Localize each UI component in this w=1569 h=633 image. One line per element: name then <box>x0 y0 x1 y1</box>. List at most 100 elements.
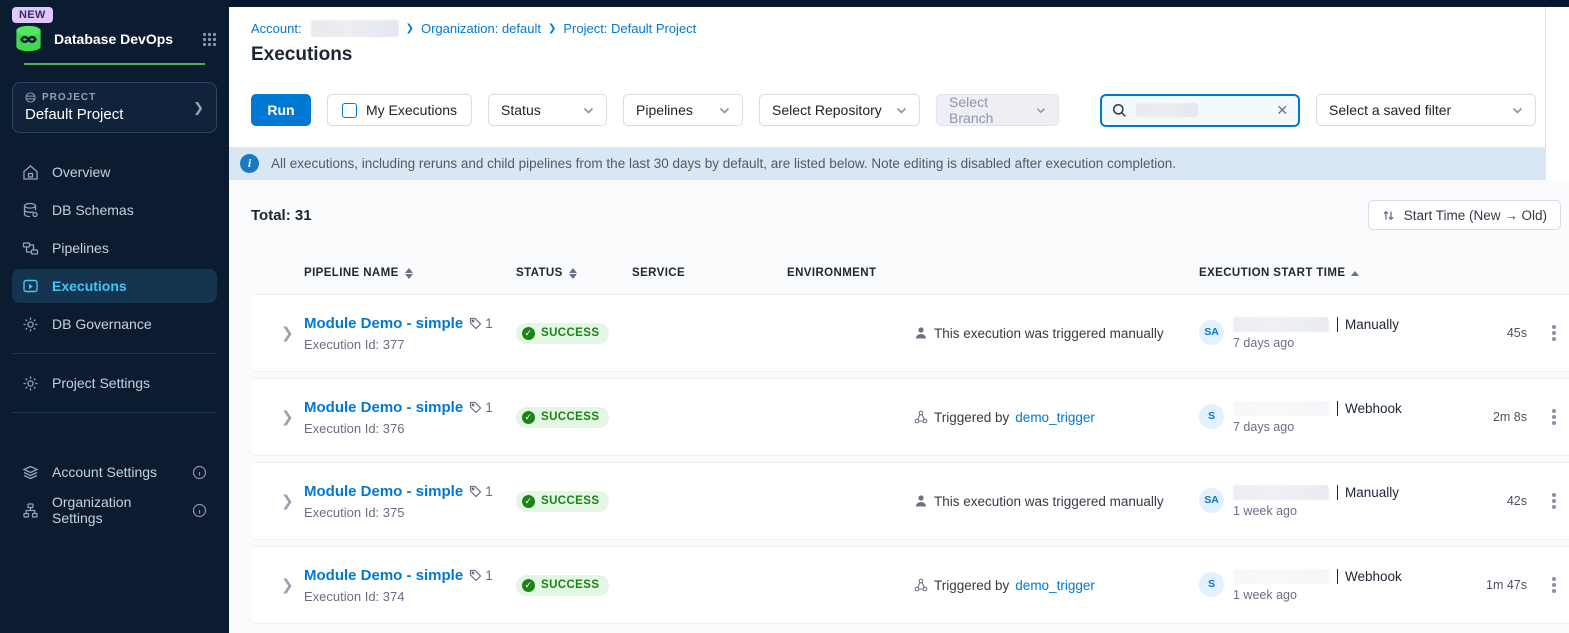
table-header: PIPELINE NAME STATUS SERVICE ENVIRONMENT… <box>253 258 1569 288</box>
pipelines-icon <box>22 240 39 257</box>
sidebar-item-pipelines[interactable]: Pipelines <box>12 231 217 265</box>
trigger-text: Triggered by <box>934 410 1009 425</box>
sidebar-item-label: DB Governance <box>52 316 152 332</box>
saved-filter-dropdown[interactable]: Select a saved filter <box>1316 94 1536 126</box>
breadcrumb: Account: ❯ Organization: default ❯ Proje… <box>229 7 1569 37</box>
pipeline-name-link[interactable]: Module Demo - simple <box>304 483 463 500</box>
chevron-down-icon <box>896 105 907 116</box>
sidebar-item-executions[interactable]: Executions <box>12 269 217 303</box>
duration: 2m 8s <box>1469 410 1539 424</box>
layers-icon <box>22 464 39 481</box>
trigger-text: Triggered by <box>934 578 1009 593</box>
sort-arrows-icon <box>1382 209 1395 222</box>
sidebar-item-overview[interactable]: Overview <box>12 155 217 189</box>
breadcrumb-account[interactable]: Account: <box>251 21 302 36</box>
row-menu-kebab-icon[interactable] <box>1539 487 1569 515</box>
sidebar-item-project-settings[interactable]: Project Settings <box>12 366 217 400</box>
repository-dropdown[interactable]: Select Repository <box>759 94 920 126</box>
chevron-right-icon: ❯ <box>548 23 556 34</box>
pipeline-name-link[interactable]: Module Demo - simple <box>304 315 463 332</box>
expand-chevron-icon[interactable]: ❯ <box>253 576 304 594</box>
database-devops-logo-icon <box>12 25 45 53</box>
branch-dropdown[interactable]: Select Branch <box>936 94 1059 126</box>
table-row[interactable]: ❯ Module Demo - simple 1 Execution Id: 3… <box>253 462 1569 540</box>
info-icon: i <box>240 154 259 173</box>
trigger-info: Triggered by demo_trigger <box>787 410 1199 425</box>
avatar: SA <box>1199 488 1224 513</box>
time-ago: 7 days ago <box>1233 420 1402 434</box>
row-menu-kebab-icon[interactable] <box>1539 571 1569 599</box>
execution-id: Execution Id: 375 <box>304 505 516 520</box>
column-pipeline-name[interactable]: PIPELINE NAME <box>304 267 516 279</box>
expand-chevron-icon[interactable]: ❯ <box>253 408 304 426</box>
info-icon <box>192 465 207 480</box>
column-label: STATUS <box>516 267 563 279</box>
execution-id: Execution Id: 374 <box>304 589 516 604</box>
sidebar-item-organization-settings[interactable]: Organization Settings <box>12 493 217 527</box>
my-executions-label: My Executions <box>366 102 457 118</box>
pipeline-name-link[interactable]: Module Demo - simple <box>304 567 463 584</box>
column-environment: ENVIRONMENT <box>787 267 1199 279</box>
project-name: Default Project <box>25 106 204 123</box>
expand-chevron-icon[interactable]: ❯ <box>253 492 304 510</box>
trigger-link[interactable]: demo_trigger <box>1015 578 1095 593</box>
run-button[interactable]: Run <box>251 94 311 126</box>
project-selector[interactable]: PROJECT Default Project ❯ <box>12 82 217 133</box>
status-text: SUCCESS <box>541 327 599 339</box>
trigger-text: This execution was triggered manually <box>934 326 1164 341</box>
column-service: SERVICE <box>632 267 787 279</box>
sidebar-item-account-settings[interactable]: Account Settings <box>12 455 217 489</box>
sidebar-item-label: Project Settings <box>52 375 150 391</box>
brand-underline <box>24 63 205 65</box>
trigger-link[interactable]: demo_trigger <box>1015 410 1095 425</box>
execution-id: Execution Id: 376 <box>304 421 516 436</box>
sidebar-item-label: Overview <box>52 164 110 180</box>
breadcrumb-project[interactable]: Project: Default Project <box>563 21 696 36</box>
chevron-down-icon <box>719 105 730 116</box>
tag-count: 1 <box>485 400 493 415</box>
tag-count: 1 <box>485 568 493 583</box>
duration: 42s <box>1469 494 1539 508</box>
column-label: ENVIRONMENT <box>787 267 876 279</box>
table-row[interactable]: ❯ Module Demo - simple 1 Execution Id: 3… <box>253 378 1569 456</box>
app-grid-icon[interactable] <box>202 32 217 47</box>
column-status[interactable]: STATUS <box>516 267 632 279</box>
column-label: PIPELINE NAME <box>304 267 399 279</box>
brand-area: NEW Database DevOps <box>0 0 229 65</box>
sidebar-item-label: DB Schemas <box>52 202 134 218</box>
redacted-user-name <box>1233 401 1329 416</box>
breadcrumb-organization[interactable]: Organization: default <box>421 21 541 36</box>
status-badge: ✓SUCCESS <box>516 575 609 596</box>
duration: 45s <box>1469 326 1539 340</box>
pipelines-dropdown-label: Pipelines <box>636 102 693 118</box>
sort-dropdown[interactable]: Start Time (New → Old) <box>1368 200 1561 230</box>
row-menu-kebab-icon[interactable] <box>1539 319 1569 347</box>
executions-icon <box>22 278 39 295</box>
status-dropdown[interactable]: Status <box>488 94 607 126</box>
gear-icon <box>22 316 39 333</box>
pipelines-dropdown[interactable]: Pipelines <box>623 94 743 126</box>
sidebar-item-db-schemas[interactable]: DB Schemas <box>12 193 217 227</box>
check-icon: ✓ <box>522 327 535 340</box>
table-row[interactable]: ❯ Module Demo - simple 1 Execution Id: 3… <box>253 294 1569 372</box>
status-text: SUCCESS <box>541 411 599 423</box>
redacted-account-id <box>311 20 399 37</box>
status-badge: ✓SUCCESS <box>516 407 609 428</box>
start-time-cell: S Webhook 7 days ago <box>1199 401 1469 434</box>
info-banner-text: All executions, including reruns and chi… <box>271 156 1176 171</box>
expand-chevron-icon[interactable]: ❯ <box>253 324 304 342</box>
column-execution-start-time[interactable]: EXECUTION START TIME <box>1199 267 1469 279</box>
pipeline-name-link[interactable]: Module Demo - simple <box>304 399 463 416</box>
sidebar-item-db-governance[interactable]: DB Governance <box>12 307 217 341</box>
my-executions-checkbox[interactable] <box>342 103 357 118</box>
search-input[interactable]: ✕ <box>1100 94 1300 127</box>
tag-icon <box>469 317 482 330</box>
table-row[interactable]: ❯ Module Demo - simple 1 Execution Id: 3… <box>253 546 1569 624</box>
my-executions-filter[interactable]: My Executions <box>327 94 472 126</box>
main-content: Account: ❯ Organization: default ❯ Proje… <box>229 7 1569 633</box>
row-menu-kebab-icon[interactable] <box>1539 403 1569 431</box>
clear-search-icon[interactable]: ✕ <box>1276 102 1288 119</box>
tag-icon <box>469 401 482 414</box>
database-icon <box>22 202 39 219</box>
avatar: S <box>1199 404 1224 429</box>
